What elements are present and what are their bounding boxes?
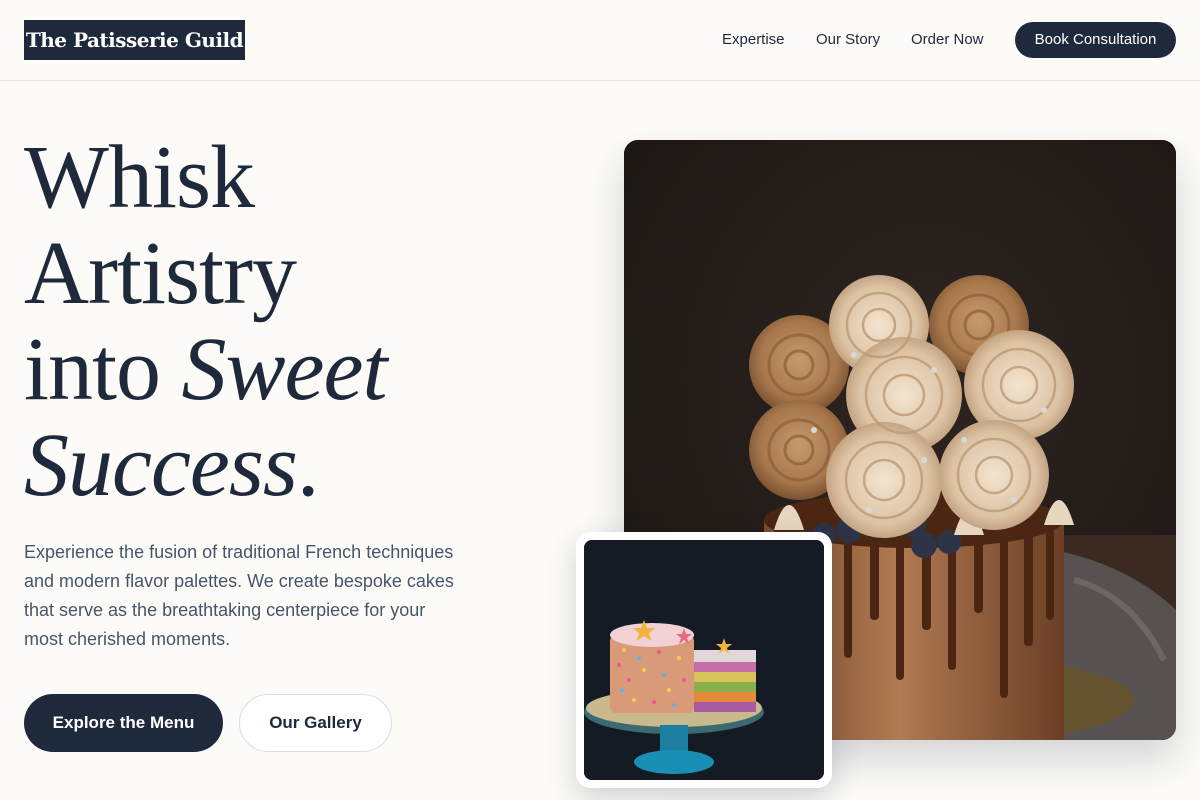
headline-success: Success [24,416,298,515]
headline-into: into [24,320,182,419]
site-header: The Patisserie Guild Expertise Our Story… [0,0,1200,81]
site-logo[interactable]: The Patisserie Guild [24,20,245,60]
our-gallery-button[interactable]: Our Gallery [239,694,392,752]
hero-headline: Whisk Artistry into Sweet Success. [24,130,544,514]
sprinkle-cake-illustration [584,540,824,780]
gallery-thumbnail-card[interactable] [576,532,832,788]
nav-link-our-story[interactable]: Our Story [816,30,880,50]
sprinkle-cake-image [584,540,824,780]
book-consultation-button[interactable]: Book Consultation [1015,22,1176,58]
explore-menu-button[interactable]: Explore the Menu [24,694,223,752]
nav-link-expertise[interactable]: Expertise [722,30,785,50]
headline-sweet: Sweet [181,320,388,419]
hero-description: Experience the fusion of traditional Fre… [24,542,454,649]
headline-period: . [296,416,319,515]
headline-line-1: Whisk [24,128,255,227]
nav-link-order-now[interactable]: Order Now [911,30,984,50]
headline-line-3: into Sweet [24,322,544,418]
headline-line-2: Artistry [24,224,297,323]
headline-line-4: Success. [24,418,544,514]
